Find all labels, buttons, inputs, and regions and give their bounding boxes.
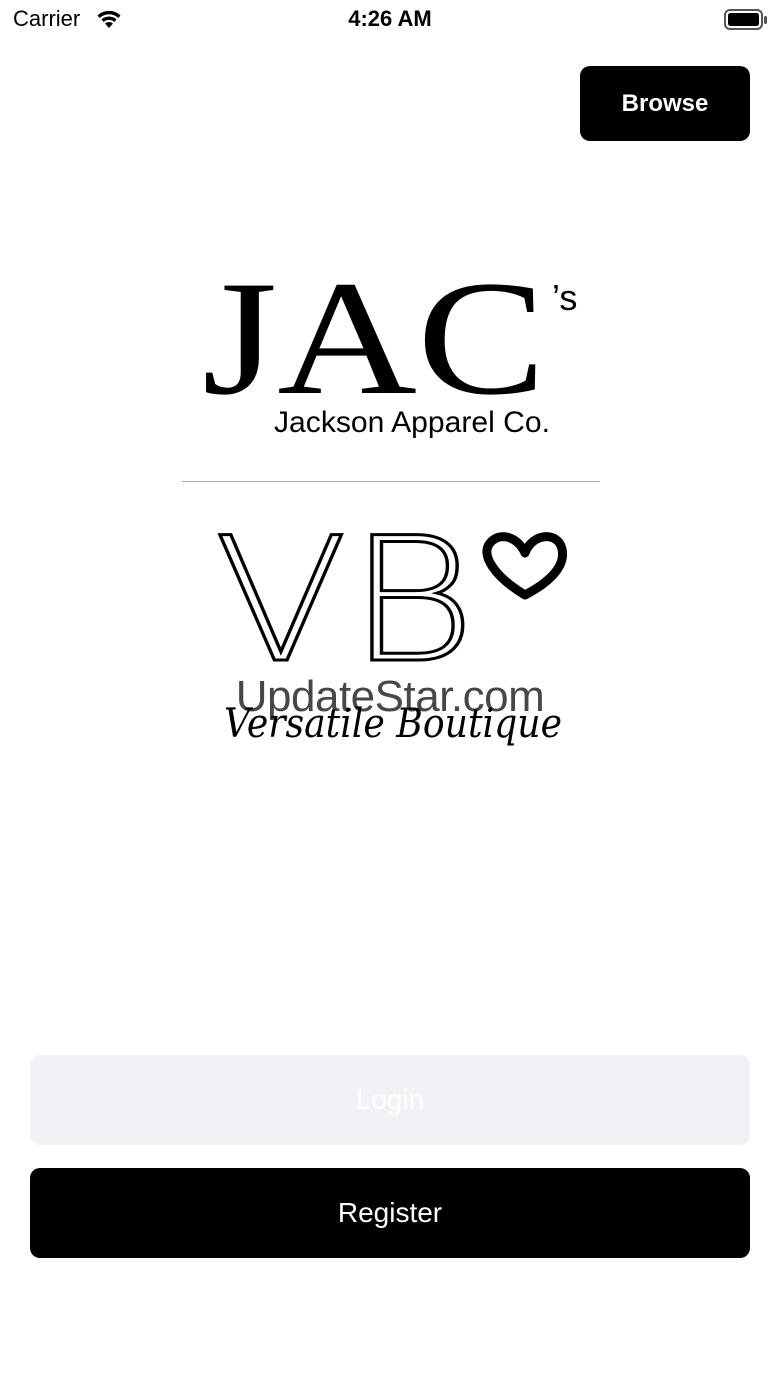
status-bar: Carrier 4:26 AM — [0, 0, 780, 40]
login-button[interactable]: Login — [30, 1055, 750, 1145]
heart-icon — [482, 532, 568, 600]
watermark-text: UpdateStar.com — [235, 672, 545, 721]
battery-icon — [724, 9, 767, 30]
jacs-logo-suffix: ’s — [552, 277, 577, 318]
status-time: 4:26 AM — [348, 6, 432, 31]
jacs-logo-tagline: Jackson Apparel Co. — [274, 406, 550, 439]
register-button[interactable]: Register — [30, 1168, 750, 1258]
jacs-logo: JAC ’s Jackson Apparel Co. — [202, 255, 577, 439]
logo-divider — [182, 481, 600, 482]
browse-button[interactable]: Browse — [580, 66, 750, 141]
jacs-logo-main: JAC — [202, 255, 546, 429]
